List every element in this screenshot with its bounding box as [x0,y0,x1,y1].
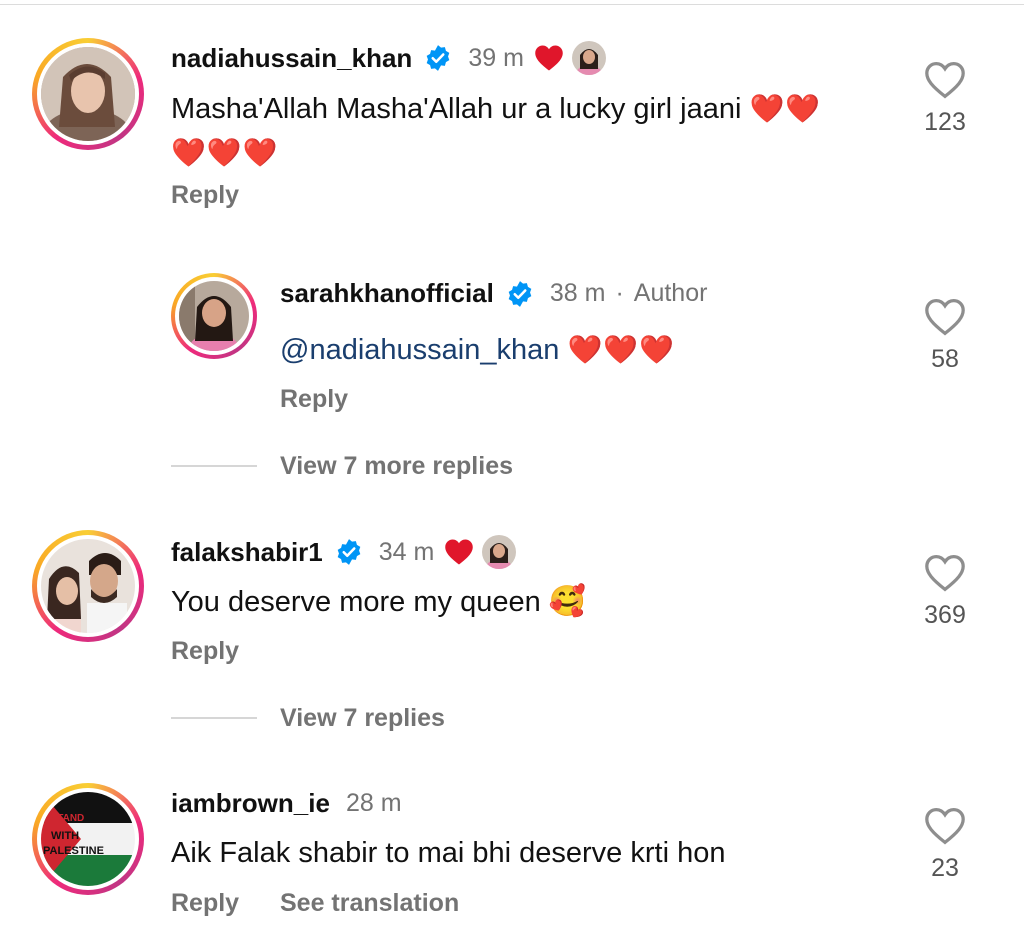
timestamp: 38 m [549,279,606,307]
svg-text:I STAND: I STAND [45,813,84,824]
view-replies-button[interactable]: View 7 replies [280,704,445,733]
like-button[interactable]: 369 [915,553,975,630]
reply-button[interactable]: Reply [171,181,239,210]
heart-outline-icon[interactable] [923,60,967,100]
avatar-photo [41,539,135,633]
avatar[interactable]: I STAND WITH PALESTINE [32,783,144,895]
like-button[interactable]: 23 [915,806,975,883]
separator-dot: · [615,279,624,307]
avatar[interactable] [171,273,257,359]
avatar[interactable] [32,38,144,150]
avatar[interactable] [32,530,144,642]
avatar-photo [41,47,135,141]
like-count: 23 [931,854,959,882]
timestamp: 34 m [378,537,435,566]
username[interactable]: iambrown_ie [171,788,330,819]
timestamp: 28 m [345,789,402,817]
avatar-photo [179,281,249,351]
palestine-flag-avatar: I STAND WITH PALESTINE [41,792,135,886]
username[interactable]: falakshabir1 [171,537,323,568]
author-liked-heart-icon [535,45,563,71]
heart-emojis: ❤️❤️❤️ [171,137,279,168]
heart-outline-icon[interactable] [923,553,967,593]
verified-badge-icon [508,280,532,307]
comment-text: @nadiahussain_khan ❤️❤️❤️ [280,328,675,372]
comment-text: Aik Falak shabir to mai bhi deserve krti… [171,837,726,869]
reply-button[interactable]: Reply [171,889,239,918]
comment-text: You deserve more my queen 🥰 [171,585,587,618]
comment-text: Masha'Allah Masha'Allah ur a lucky girl … [171,93,822,168]
heart-emojis: ❤️❤️ [749,93,822,124]
author-mini-avatar [482,535,517,569]
smiling-face-with-hearts-emoji: 🥰 [548,585,587,618]
top-divider [0,4,1024,5]
verified-badge-icon [426,45,450,71]
username[interactable]: sarahkhanofficial [280,278,494,309]
author-mini-avatar [571,41,606,75]
svg-text:PALESTINE: PALESTINE [43,845,104,857]
verified-badge-icon [337,539,361,565]
reply-button[interactable]: Reply [280,385,348,414]
svg-text:WITH: WITH [51,830,79,842]
author-tag: Author [633,279,708,307]
like-count: 123 [924,108,966,136]
like-count: 58 [931,345,959,373]
reply-button[interactable]: Reply [171,637,239,666]
view-more-replies-button[interactable]: View 7 more replies [280,452,513,481]
username[interactable]: nadiahussain_khan [171,43,412,74]
like-count: 369 [924,601,966,629]
heart-emojis: ❤️❤️❤️ [567,334,676,365]
mention-link[interactable]: @nadiahussain_khan [280,334,559,366]
heart-outline-icon[interactable] [923,806,967,846]
like-button[interactable]: 123 [915,60,975,137]
divider-line [171,717,257,719]
timestamp: 39 m [468,43,524,72]
author-liked-heart-icon [445,539,474,565]
heart-outline-icon[interactable] [923,297,967,337]
divider-line [171,465,257,467]
see-translation-button[interactable]: See translation [280,889,459,918]
like-button[interactable]: 58 [915,297,975,374]
